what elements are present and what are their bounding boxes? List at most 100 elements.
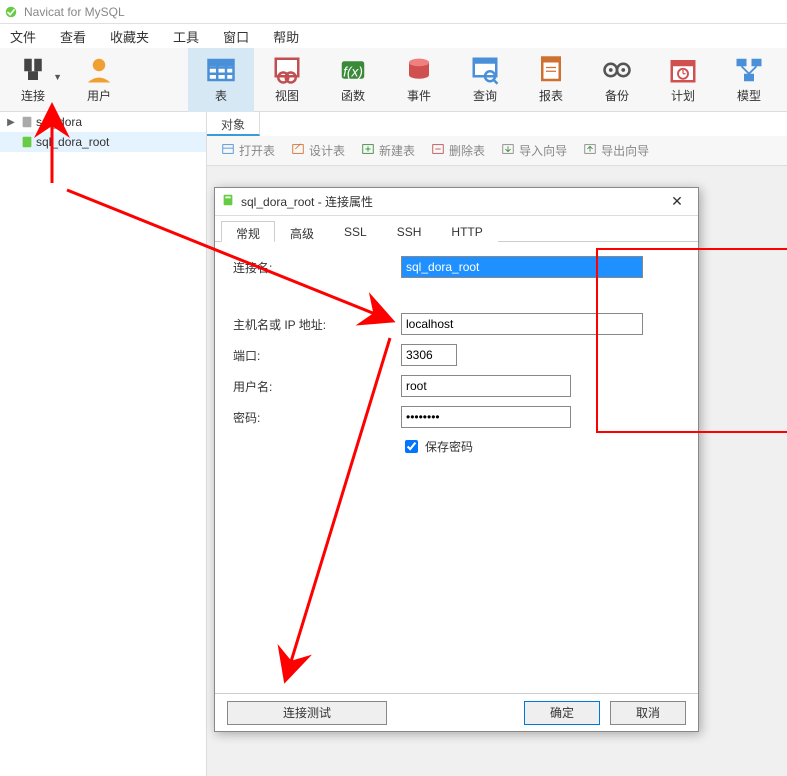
connection-name-input[interactable] (401, 256, 643, 278)
database-icon (20, 135, 34, 149)
cancel-button[interactable]: 取消 (610, 701, 686, 725)
tree-item-sql-dora[interactable]: ▶ sql_dora (0, 112, 206, 132)
obj-btn-label: 删除表 (449, 142, 485, 159)
toolbar-backup-button[interactable]: 备份 (584, 48, 650, 112)
dialog-tab-高级[interactable]: 高级 (275, 221, 329, 242)
object-toolbar: 打开表 设计表 新建表 删除表 导入向导 导出向导 (207, 136, 787, 166)
obj-toolbar-btn-2[interactable]: 新建表 (355, 140, 421, 161)
toolbar-connect-label: 连接 (21, 87, 45, 104)
view-icon (272, 55, 302, 85)
func-icon: f(x) (338, 55, 368, 85)
label-user: 用户名: (233, 378, 401, 395)
toolbar-report-button[interactable]: 报表 (518, 48, 584, 112)
toolbar-view-button[interactable]: 视图 (254, 48, 320, 112)
obj-btn-label: 设计表 (309, 142, 345, 159)
obj-btn-icon (361, 142, 375, 159)
dialog-tab-ssl[interactable]: SSL (329, 221, 382, 242)
main-toolbar: 连接▼ 用户 表视图 f(x) 函数 事件 查询 报表 备份 计划 模型 (0, 48, 787, 112)
test-connection-button[interactable]: 连接测试 (227, 701, 387, 725)
obj-btn-icon (431, 142, 445, 159)
dialog-titlebar: sql_dora_root - 连接属性 ✕ (215, 188, 698, 216)
dialog-tabs: 常规高级SSLSSHHTTP (215, 216, 698, 242)
connect-icon (18, 55, 48, 85)
tab-objects[interactable]: 对象 (207, 112, 260, 136)
tree-item-sql-dora-root[interactable]: sql_dora_root (0, 132, 206, 152)
menu-fav[interactable]: 收藏夹 (110, 27, 149, 46)
label-host: 主机名或 IP 地址: (233, 316, 401, 333)
tree-expand-icon[interactable]: ▶ (4, 117, 18, 128)
toolbar-event-button[interactable]: 事件 (386, 48, 452, 112)
label-connection-name: 连接名: (233, 259, 401, 276)
dialog-icon (221, 193, 235, 210)
obj-btn-icon (501, 142, 515, 159)
label-save-password: 保存密码 (425, 438, 473, 455)
toolbar-schedule-label: 计划 (671, 87, 695, 104)
table-icon (206, 55, 236, 85)
obj-btn-label: 导入向导 (519, 142, 567, 159)
obj-toolbar-btn-5[interactable]: 导出向导 (577, 140, 655, 161)
backup-icon (602, 55, 632, 85)
label-password: 密码: (233, 409, 401, 426)
menu-tools[interactable]: 工具 (173, 27, 199, 46)
menu-help[interactable]: 帮助 (273, 27, 299, 46)
app-logo-icon (4, 5, 18, 19)
menu-window[interactable]: 窗口 (223, 27, 249, 46)
dialog-footer: 连接测试 确定 取消 (215, 693, 698, 731)
toolbar-event-label: 事件 (407, 87, 431, 104)
obj-btn-icon (583, 142, 597, 159)
toolbar-table-button[interactable]: 表 (188, 48, 254, 112)
dialog-title-connection: sql_dora_root (241, 195, 314, 209)
dialog-tab-常规[interactable]: 常规 (221, 221, 275, 242)
toolbar-connect-button[interactable]: 连接▼ (0, 48, 66, 112)
menu-file[interactable]: 文件 (10, 27, 36, 46)
connection-tree: ▶ sql_dora sql_dora_root (0, 112, 207, 776)
save-password-checkbox[interactable] (405, 440, 418, 453)
ok-button[interactable]: 确定 (524, 701, 600, 725)
dialog-tab-ssh[interactable]: SSH (382, 221, 437, 242)
svg-text:f(x): f(x) (343, 64, 363, 79)
query-icon (470, 55, 500, 85)
toolbar-schedule-button[interactable]: 计划 (650, 48, 716, 112)
toolbar-query-button[interactable]: 查询 (452, 48, 518, 112)
dialog-title: sql_dora_root - 连接属性 (241, 193, 656, 210)
host-input[interactable] (401, 313, 643, 335)
obj-btn-label: 打开表 (239, 142, 275, 159)
obj-toolbar-btn-0[interactable]: 打开表 (215, 140, 281, 161)
dialog-title-suffix: - 连接属性 (314, 195, 373, 209)
app-title: Navicat for MySQL (24, 5, 125, 19)
toolbar-view-label: 视图 (275, 87, 299, 104)
username-input[interactable] (401, 375, 571, 397)
toolbar-backup-label: 备份 (605, 87, 629, 104)
toolbar-func-label: 函数 (341, 87, 365, 104)
obj-toolbar-btn-1[interactable]: 设计表 (285, 140, 351, 161)
obj-toolbar-btn-3[interactable]: 删除表 (425, 140, 491, 161)
toolbar-func-button[interactable]: f(x) 函数 (320, 48, 386, 112)
report-icon (536, 55, 566, 85)
dialog-tab-http[interactable]: HTTP (436, 221, 497, 242)
dialog-body: 连接名: 主机名或 IP 地址: 端口: 用户名: 密码: 保存密码 (215, 242, 698, 693)
model-icon (734, 55, 764, 85)
label-port: 端口: (233, 347, 401, 364)
port-input[interactable] (401, 344, 457, 366)
toolbar-model-label: 模型 (737, 87, 761, 104)
toolbar-model-button[interactable]: 模型 (716, 48, 782, 112)
obj-toolbar-btn-4[interactable]: 导入向导 (495, 140, 573, 161)
database-icon (20, 115, 34, 129)
toolbar-user-button[interactable]: 用户 (66, 48, 132, 112)
close-icon[interactable]: ✕ (662, 193, 692, 210)
toolbar-query-label: 查询 (473, 87, 497, 104)
user-icon (84, 55, 114, 85)
menubar: 文件 查看 收藏夹 工具 窗口 帮助 (0, 24, 787, 48)
object-tabstrip: 对象 (207, 112, 787, 136)
toolbar-report-label: 报表 (539, 87, 563, 104)
obj-btn-label: 新建表 (379, 142, 415, 159)
obj-btn-icon (221, 142, 235, 159)
tree-item-label: sql_dora (36, 115, 82, 129)
menu-view[interactable]: 查看 (60, 27, 86, 46)
obj-btn-label: 导出向导 (601, 142, 649, 159)
titlebar: Navicat for MySQL (0, 0, 787, 24)
toolbar-user-label: 用户 (87, 87, 111, 104)
password-input[interactable] (401, 406, 571, 428)
event-icon (404, 55, 434, 85)
obj-btn-icon (291, 142, 305, 159)
